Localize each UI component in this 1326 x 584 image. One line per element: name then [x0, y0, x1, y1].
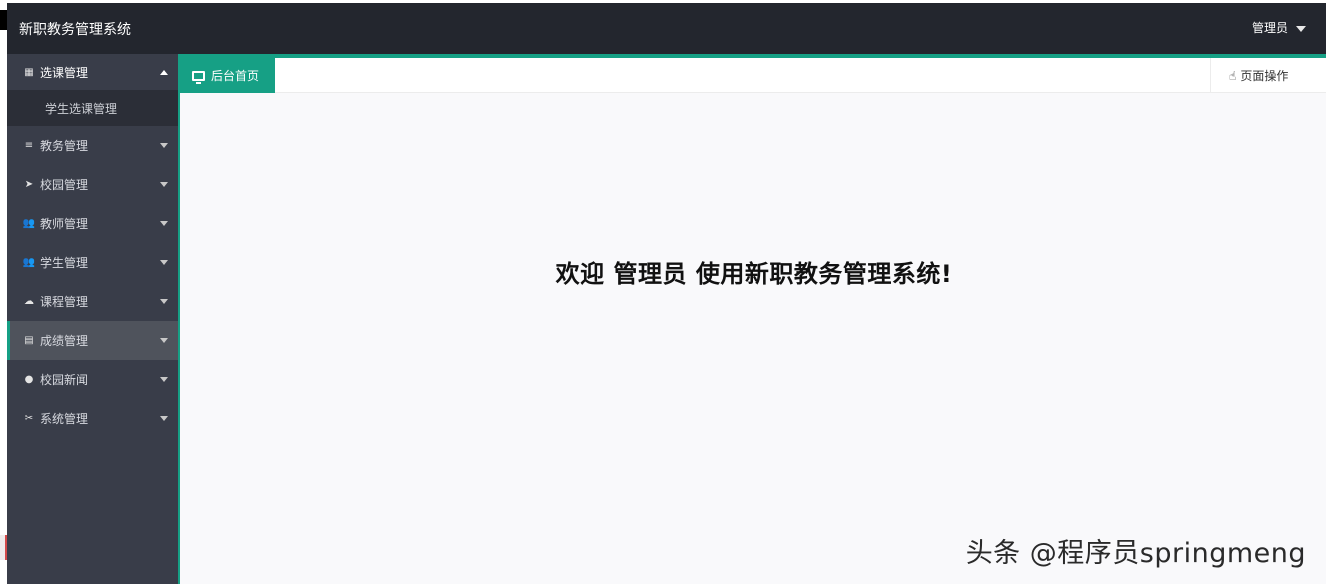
- circle-icon: ●: [24, 374, 34, 385]
- chevron-down-icon: [160, 338, 168, 343]
- sidebar: ▦ 选课管理 学生选课管理 ≡ 教务管理 ➤ 校园管理 👥 教师管理 👥 学生管…: [7, 54, 178, 584]
- watermark-text: 头条 @程序员springmeng: [965, 538, 1306, 569]
- sidebar-item-students[interactable]: 👥 学生管理: [7, 243, 178, 282]
- chevron-down-icon: [160, 299, 168, 304]
- send-icon: ➤: [24, 179, 34, 190]
- list-icon: ≡: [24, 140, 34, 151]
- sidebar-item-label: 学生管理: [40, 256, 89, 270]
- sidebar-item-label: 教师管理: [40, 217, 89, 231]
- sidebar-item-campus[interactable]: ➤ 校园管理: [7, 165, 178, 204]
- sidebar-item-teachers[interactable]: 👥 教师管理: [7, 204, 178, 243]
- tools-icon: ✂: [24, 413, 34, 424]
- chevron-down-icon: [160, 416, 168, 421]
- hand-pointer-icon: ☝: [1229, 68, 1237, 83]
- sidebar-item-label: 选课管理: [40, 65, 89, 80]
- sidebar-item-label: 校园管理: [40, 178, 89, 192]
- sidebar-item-courses[interactable]: ☁ 课程管理: [7, 282, 178, 321]
- tab-home-label: 后台首页: [211, 69, 260, 83]
- chevron-up-icon: [160, 70, 168, 75]
- chevron-down-icon: [160, 221, 168, 226]
- users-icon: 👥: [22, 218, 36, 229]
- chevron-down-icon: [160, 182, 168, 187]
- sidebar-subitem-student-selection[interactable]: 学生选课管理: [7, 90, 178, 126]
- users-icon: 👥: [22, 257, 36, 268]
- app-title: 新职教务管理系统: [19, 22, 131, 38]
- left-edge-mark: [0, 10, 7, 30]
- sidebar-item-label: 成绩管理: [40, 334, 89, 348]
- sidebar-item-label: 系统管理: [40, 412, 89, 426]
- sidebar-item-label: 课程管理: [40, 295, 89, 309]
- sidebar-item-academic[interactable]: ≡ 教务管理: [7, 126, 178, 165]
- tab-bar: 后台首页 ☝ 页面操作: [180, 58, 1326, 93]
- sidebar-item-label: 教务管理: [40, 139, 89, 153]
- tab-home[interactable]: 后台首页: [180, 58, 275, 93]
- chevron-down-icon: [1296, 25, 1306, 32]
- left-edge-mark-bottom: [0, 535, 7, 560]
- monitor-icon: [192, 70, 205, 84]
- sidebar-item-grades[interactable]: ▤ 成绩管理: [7, 321, 178, 360]
- sidebar-item-label: 校园新闻: [40, 373, 89, 387]
- welcome-message: 欢迎 管理员 使用新职教务管理系统!: [555, 260, 953, 288]
- cloud-icon: ☁: [24, 296, 34, 307]
- page-operations-button[interactable]: ☝ 页面操作: [1210, 58, 1326, 93]
- page-operations-label: 页面操作: [1240, 69, 1289, 83]
- sidebar-item-news[interactable]: ● 校园新闻: [7, 360, 178, 399]
- grid-icon: ▦: [24, 66, 34, 78]
- chart-icon: ▤: [24, 335, 34, 346]
- user-menu[interactable]: 管理员: [1252, 19, 1306, 36]
- chevron-down-icon: [160, 143, 168, 148]
- main-content: 后台首页 ☝ 页面操作 欢迎 管理员 使用新职教务管理系统!: [178, 58, 1326, 584]
- chevron-down-icon: [160, 377, 168, 382]
- sidebar-item-system[interactable]: ✂ 系统管理: [7, 399, 178, 438]
- chevron-down-icon: [160, 260, 168, 265]
- sidebar-item-course-selection[interactable]: ▦ 选课管理: [7, 54, 178, 90]
- user-name: 管理员: [1251, 21, 1288, 35]
- top-header: 新职教务管理系统 管理员: [7, 3, 1326, 54]
